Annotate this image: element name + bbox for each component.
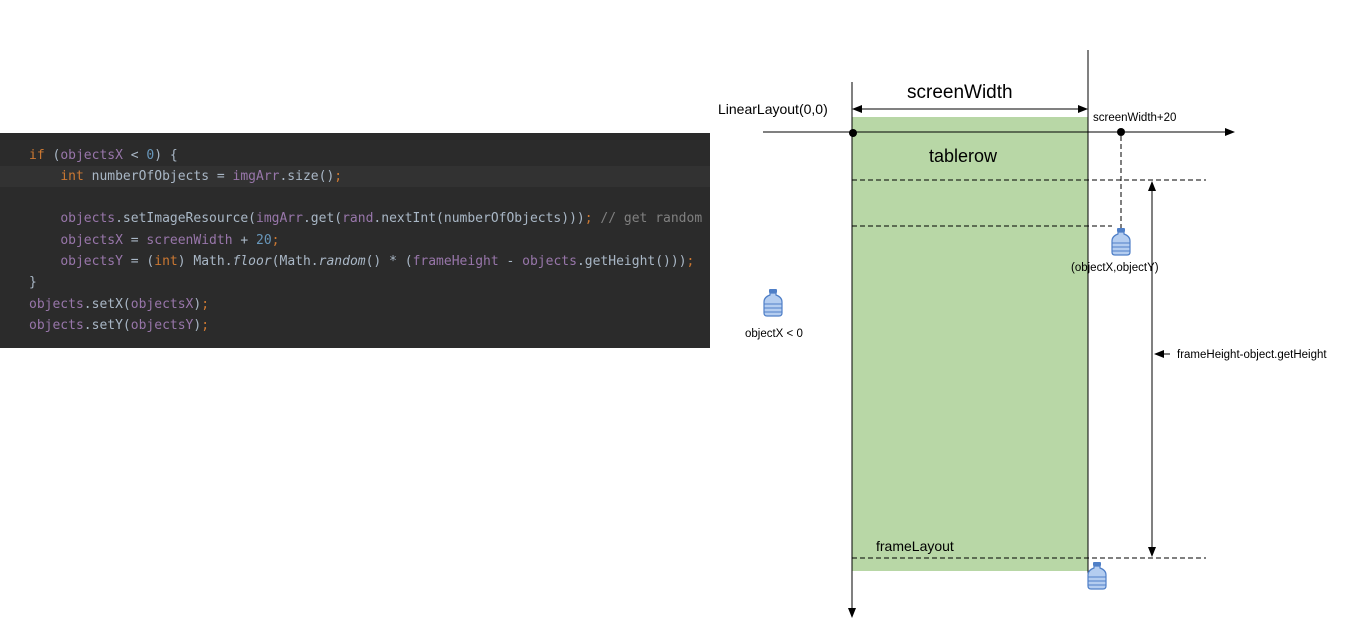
object-xy-label: (objectX,objectY)	[1071, 262, 1159, 274]
screen-width-plus-label: screenWidth+20	[1093, 112, 1176, 124]
object-x-negative-label: objectX < 0	[745, 328, 803, 340]
water-bottle-icon	[1087, 561, 1107, 590]
water-bottle-icon	[1111, 227, 1131, 256]
spawn-x-point	[1117, 128, 1125, 136]
frame-layout-label: frameLayout	[876, 538, 954, 554]
layout-diagram: LinearLayout(0,0) screenWidth screenWidt…	[718, 50, 1327, 618]
frame-layout-area	[852, 117, 1088, 571]
screen-width-label: screenWidth	[907, 82, 1013, 103]
origin-label: LinearLayout(0,0)	[718, 101, 828, 117]
water-bottle-icon	[763, 288, 783, 317]
frame-height-label: frameHeight-object.getHeight	[1177, 349, 1327, 361]
tablerow-label: tablerow	[929, 146, 998, 166]
origin-point	[849, 129, 857, 137]
